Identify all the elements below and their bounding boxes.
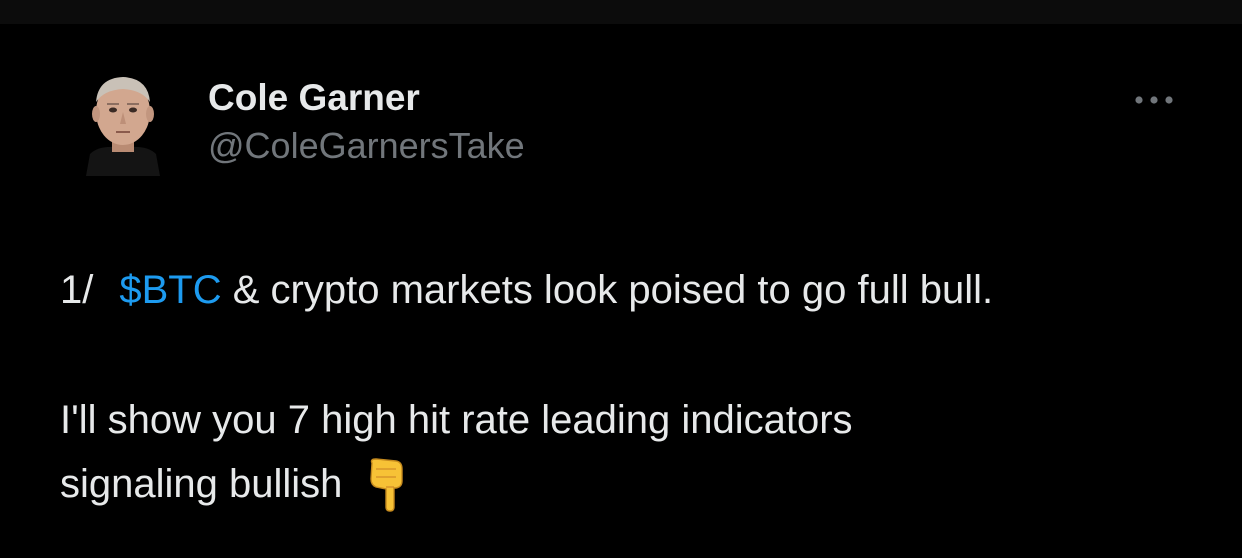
author-display-name[interactable]: Cole Garner [208, 76, 525, 120]
cashtag-link[interactable]: $BTC [119, 268, 221, 312]
tweet-line-2: I'll show you 7 high hit rate leading in… [60, 388, 1220, 452]
tweet-line-1: 1/ $BTC & crypto markets look poised to g… [60, 258, 1220, 322]
more-options-button[interactable] [1130, 86, 1178, 114]
author-handle[interactable]: @ColeGarnersTake [208, 124, 525, 168]
tweet-line-3-text: signaling bullish [60, 462, 343, 506]
backhand-index-pointing-down-icon [366, 457, 410, 513]
tweet-card[interactable]: Cole Garner @ColeGarnersTake 1/ $BTC & cr… [0, 24, 1242, 558]
tweet-line-1-text: & crypto markets look poised to go full … [232, 268, 994, 312]
avatar-photo-icon [80, 64, 166, 176]
tweet-line-3: signaling bullish [60, 452, 1220, 516]
tweet-line-2-text: I'll show you 7 high hit rate leading in… [60, 398, 853, 442]
author-info: Cole Garner @ColeGarnersTake [208, 76, 525, 168]
more-options-icon [1135, 96, 1173, 104]
thread-number: 1/ [60, 268, 94, 312]
tweet-text: 1/ $BTC & crypto markets look poised to g… [60, 258, 1220, 516]
top-strip [0, 0, 1242, 24]
author-avatar[interactable] [80, 64, 166, 176]
